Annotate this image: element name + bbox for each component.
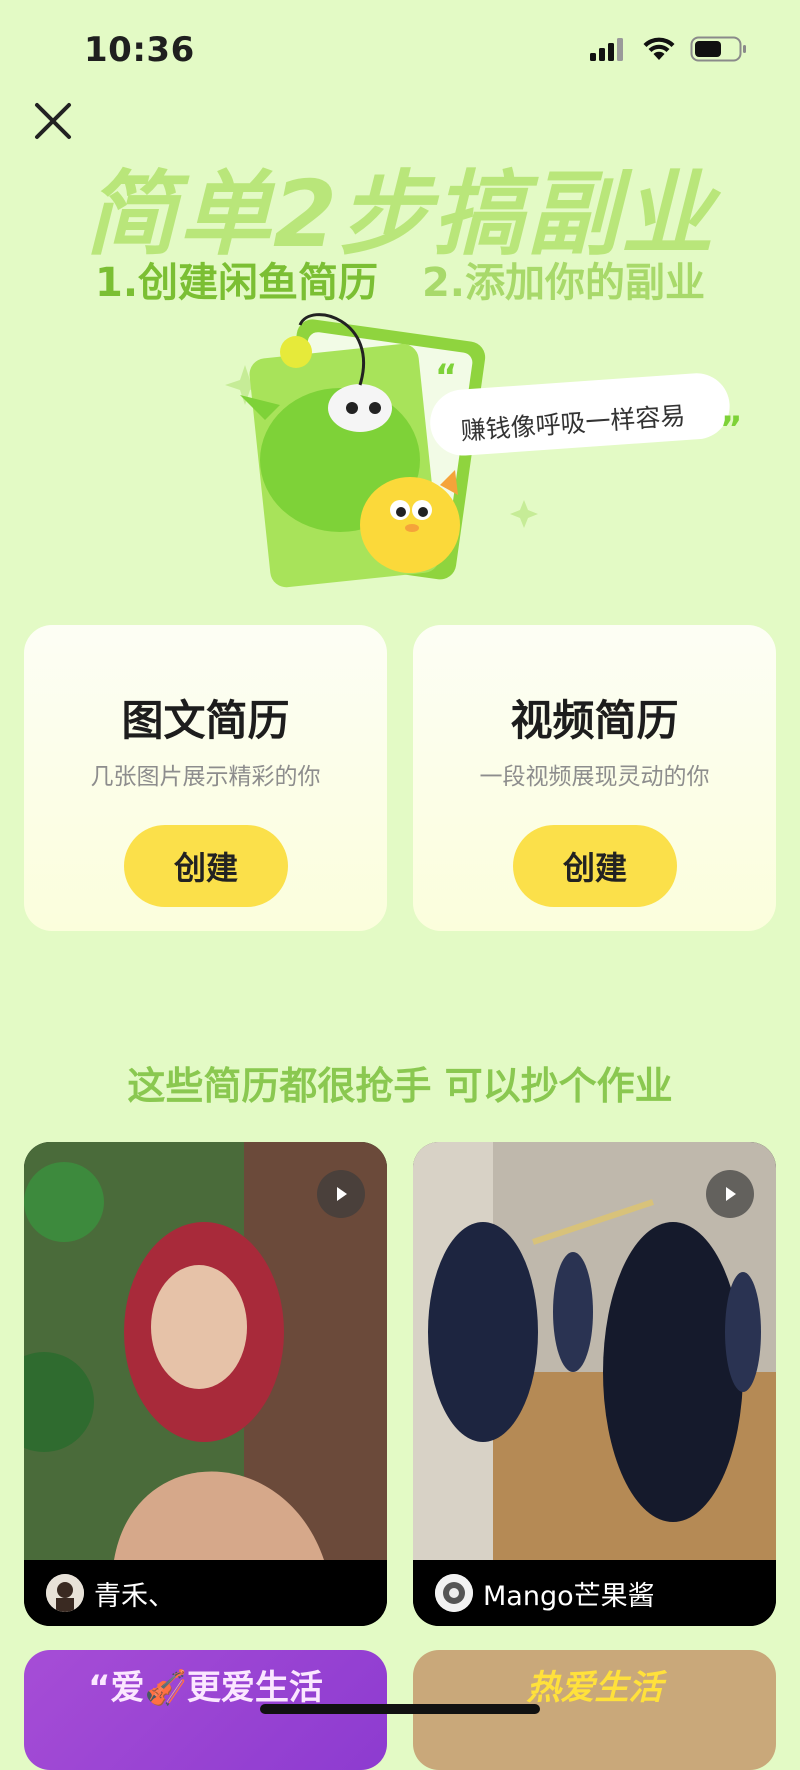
play-icon: [337, 1187, 347, 1201]
card-title: 视频简历: [510, 696, 679, 745]
create-image-resume-button[interactable]: 创建: [124, 825, 288, 907]
tile-caption: “爱🎻更爱生活: [88, 1668, 323, 1708]
status-time: 10:36: [84, 30, 195, 70]
status-icons: [588, 36, 748, 62]
hero-illustration: “ ” 赚钱像呼吸一样容易: [225, 313, 742, 588]
image-resume-card[interactable]: 图文简历 几张图片展示精彩的你 创建: [24, 625, 387, 931]
tile-author-bar: Mango芒果酱: [413, 1560, 776, 1626]
sparkle-icon: [510, 500, 538, 528]
home-indicator: [260, 1704, 540, 1714]
play-icon: [726, 1187, 736, 1201]
close-button[interactable]: [30, 98, 76, 144]
svg-text:”: ”: [720, 409, 742, 449]
video-resume-card[interactable]: 视频简历 一段视频展现灵动的你 创建: [413, 625, 776, 931]
example-tile[interactable]: Mango芒果酱: [413, 1142, 776, 1626]
tile-caption: 热爱生活: [526, 1668, 663, 1708]
svg-text:“: “: [435, 357, 457, 397]
avatar: [435, 1574, 473, 1612]
wifi-icon: [643, 37, 675, 60]
status-bar: 10:36: [0, 0, 800, 100]
avatar: [46, 1574, 84, 1612]
close-icon: [35, 103, 71, 139]
play-button[interactable]: [317, 1170, 365, 1218]
tile-author-bar: 青禾、: [24, 1560, 387, 1626]
card-subtitle: 几张图片展示精彩的你: [90, 764, 321, 790]
create-video-resume-button[interactable]: 创建: [513, 825, 677, 907]
example-tile[interactable]: 青禾、: [24, 1142, 387, 1626]
play-button[interactable]: [706, 1170, 754, 1218]
resume-options: 图文简历 几张图片展示精彩的你 创建 视频简历 一段视频展现灵动的你 创建: [24, 625, 776, 931]
cellular-signal-icon: [590, 38, 623, 61]
examples-section-title: 这些简历都很抢手 可以抄个作业: [127, 1064, 673, 1108]
battery-icon: [690, 36, 746, 62]
author-name: 青禾、: [94, 1580, 175, 1612]
card-title: 图文简历: [121, 696, 290, 745]
author-name: Mango芒果酱: [483, 1580, 655, 1612]
card-subtitle: 一段视频展现灵动的你: [479, 764, 710, 790]
